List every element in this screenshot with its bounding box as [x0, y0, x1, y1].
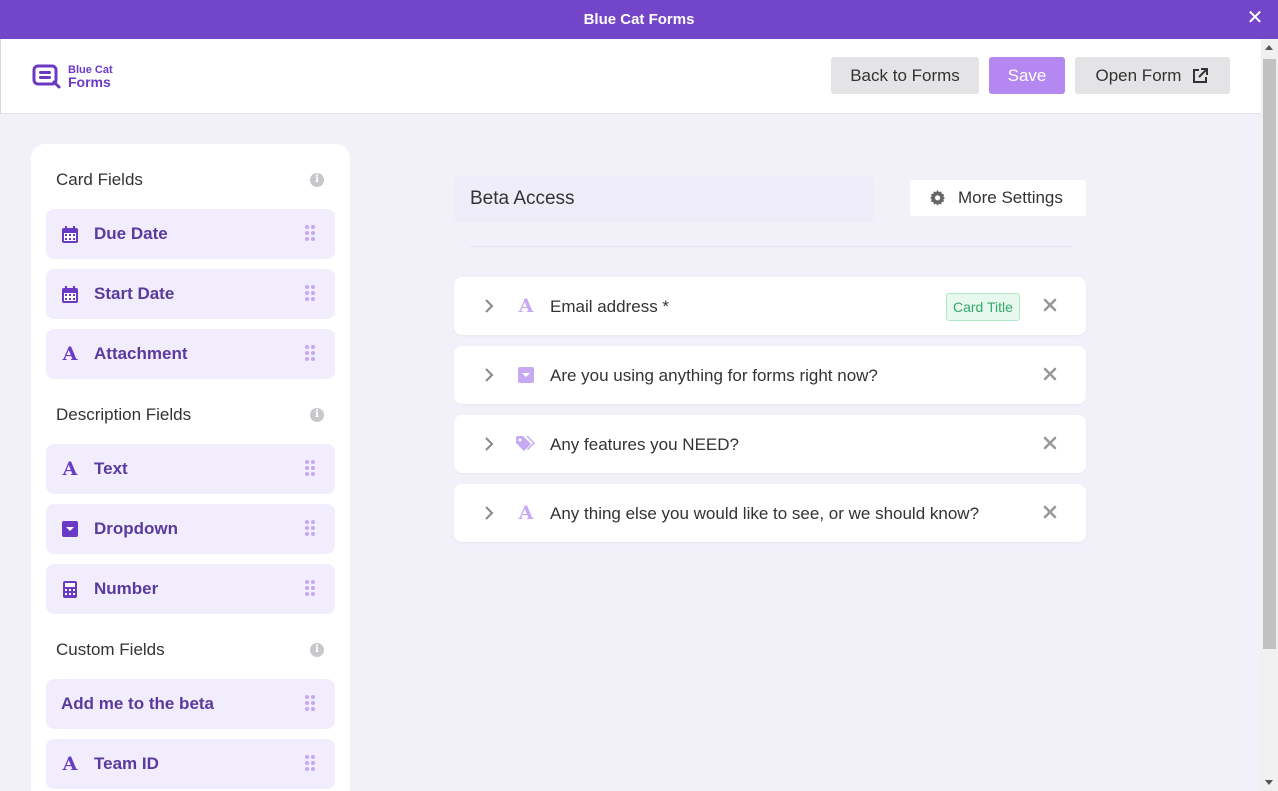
save-button[interactable]: Save	[989, 57, 1065, 94]
info-icon[interactable]: i	[310, 643, 324, 657]
logo-icon	[32, 64, 61, 89]
chevron-right-icon[interactable]	[482, 298, 496, 314]
calculator-icon	[60, 579, 80, 599]
more-settings-label: More Settings	[958, 188, 1063, 207]
back-to-forms-button[interactable]: Back to Forms	[831, 57, 979, 94]
drag-handle-icon[interactable]	[305, 225, 317, 241]
drag-handle-icon[interactable]	[305, 580, 317, 596]
field-due-date[interactable]: Due Date	[46, 209, 335, 259]
question-label: Any features you NEED?	[550, 435, 739, 454]
text-icon: A	[62, 753, 78, 775]
field-add-me-to-the-beta[interactable]: Add me to the beta	[46, 679, 335, 729]
info-icon[interactable]: i	[310, 408, 324, 422]
remove-icon[interactable]	[1042, 504, 1058, 520]
scroll-down-icon[interactable]	[1265, 780, 1273, 785]
field-team-id[interactable]: A Team ID	[46, 739, 335, 789]
dropdown-icon	[516, 365, 536, 385]
field-label: Dropdown	[94, 519, 179, 538]
chevron-right-icon[interactable]	[482, 367, 496, 383]
field-number[interactable]: Number	[46, 564, 335, 614]
remove-icon[interactable]	[1042, 366, 1058, 382]
custom-fields-title: Custom Fields	[56, 640, 165, 659]
field-dropdown[interactable]: Dropdown	[46, 504, 335, 554]
logo-line2: Forms	[68, 74, 111, 90]
field-label: Start Date	[94, 284, 175, 303]
question-row[interactable]: Any features you NEED?	[454, 415, 1086, 473]
remove-icon[interactable]	[1042, 435, 1058, 451]
chevron-right-icon[interactable]	[482, 505, 496, 521]
dropdown-icon	[60, 519, 80, 539]
field-text[interactable]: A Text	[46, 444, 335, 494]
description-fields-title: Description Fields	[56, 405, 192, 424]
tag-icon	[516, 434, 536, 454]
field-label: Text	[94, 459, 128, 478]
app-header: Blue Cat Forms Back to Forms Save Open F…	[0, 39, 1261, 114]
field-start-date[interactable]: Start Date	[46, 269, 335, 319]
text-icon: A	[62, 343, 78, 365]
open-form-button[interactable]: Open Form	[1075, 57, 1230, 94]
question-row[interactable]: Are you using anything for forms right n…	[454, 346, 1086, 404]
field-label: Number	[94, 579, 159, 598]
drag-handle-icon[interactable]	[305, 520, 317, 536]
gear-icon	[930, 190, 946, 206]
card-fields-title: Card Fields	[56, 170, 143, 189]
more-settings-button[interactable]: More Settings	[910, 180, 1086, 216]
logo: Blue Cat Forms	[32, 61, 113, 91]
drag-handle-icon[interactable]	[305, 345, 317, 361]
external-link-icon	[1193, 67, 1209, 83]
calendar-icon	[60, 224, 80, 244]
field-label: Attachment	[94, 344, 188, 363]
question-row[interactable]: A Email address * Card Title	[454, 277, 1086, 335]
window-titlebar: Blue Cat Forms ✕	[0, 0, 1278, 39]
field-attachment[interactable]: A Attachment	[46, 329, 335, 379]
info-icon[interactable]: i	[310, 173, 324, 187]
calendar-icon	[60, 284, 80, 304]
field-sidebar: Card Fields i Due Date Start Date A Atta…	[31, 144, 350, 791]
field-label: Due Date	[94, 224, 168, 243]
text-icon: A	[518, 295, 534, 317]
open-form-label: Open Form	[1095, 65, 1182, 85]
close-icon[interactable]: ✕	[1246, 8, 1264, 28]
scrollbar-thumb[interactable]	[1263, 59, 1276, 649]
question-label: Email address *	[550, 297, 670, 316]
question-row[interactable]: A Any thing else you would like to see, …	[454, 484, 1086, 542]
chevron-right-icon[interactable]	[482, 436, 496, 452]
field-label: Team ID	[94, 754, 159, 773]
drag-handle-icon[interactable]	[305, 755, 317, 771]
question-label: Any thing else you would like to see, or…	[550, 504, 980, 523]
drag-handle-icon[interactable]	[305, 285, 317, 301]
form-name-input[interactable]: Beta Access	[454, 176, 874, 222]
divider	[470, 246, 1072, 247]
question-label: Are you using anything for forms right n…	[550, 366, 878, 385]
scrollbar[interactable]	[1261, 39, 1278, 791]
text-icon: A	[62, 458, 78, 480]
scroll-up-icon[interactable]	[1265, 45, 1273, 50]
card-title-badge: Card Title	[946, 293, 1020, 321]
drag-handle-icon[interactable]	[305, 695, 317, 711]
text-icon: A	[518, 502, 534, 524]
drag-handle-icon[interactable]	[305, 460, 317, 476]
window-title: Blue Cat Forms	[583, 11, 695, 28]
field-label: Add me to the beta	[61, 694, 215, 713]
remove-icon[interactable]	[1042, 297, 1058, 313]
